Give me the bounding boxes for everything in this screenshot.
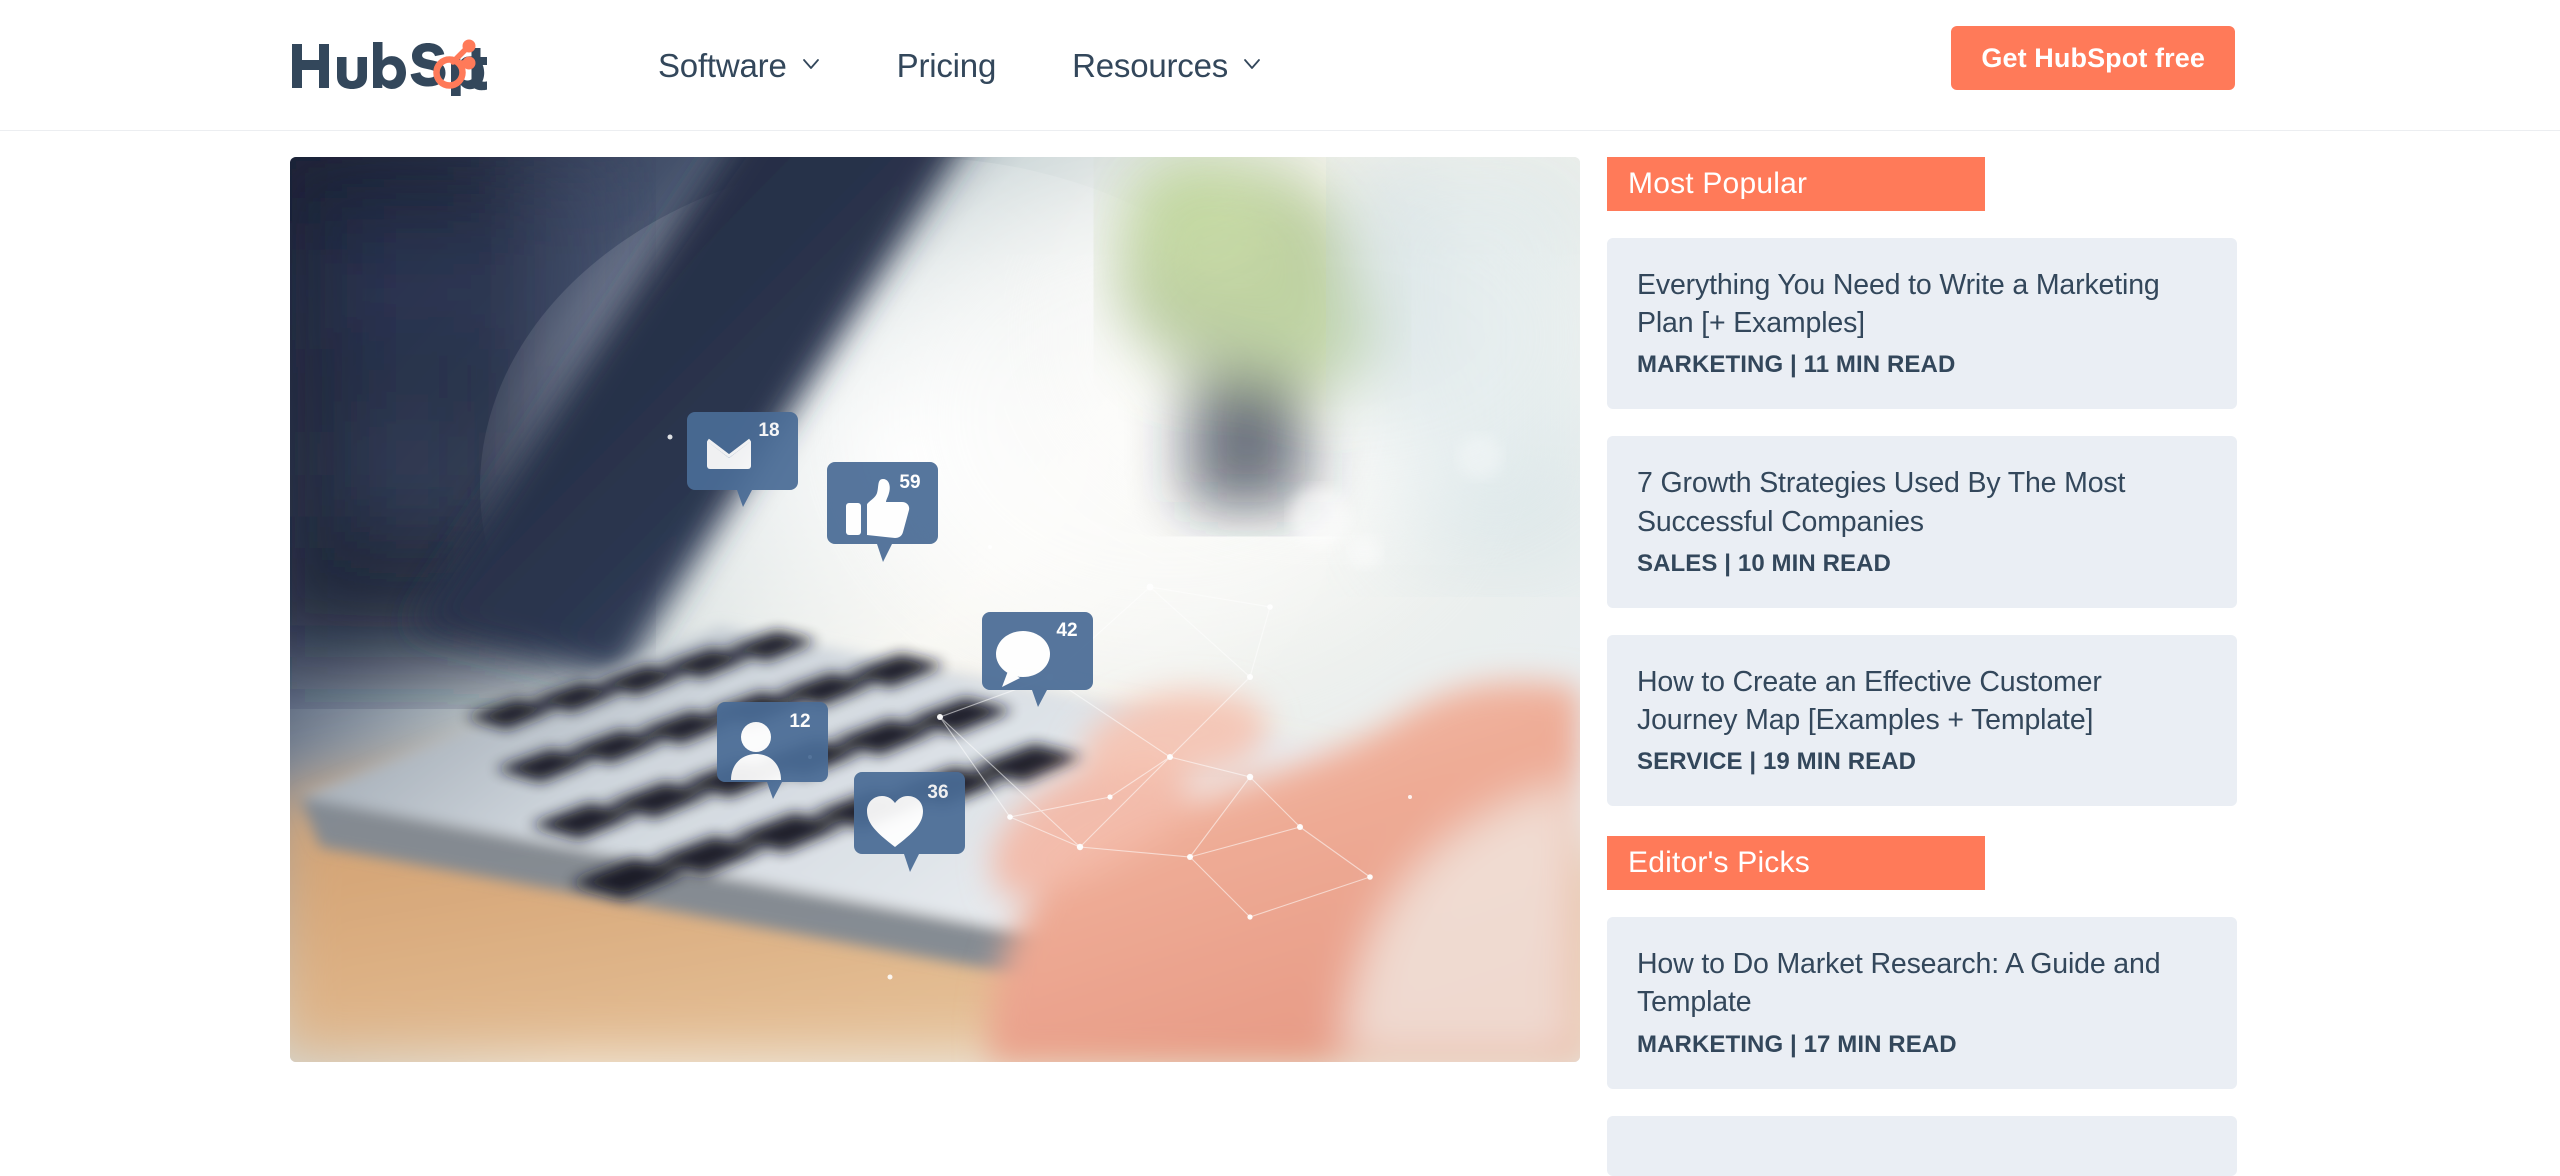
nav-item-label: Software <box>658 46 787 84</box>
get-hubspot-free-button[interactable]: Get HubSpot free <box>1951 26 2235 90</box>
article-card-partial[interactable] <box>1607 1115 2237 1176</box>
svg-text:42: 42 <box>1056 620 1077 641</box>
article-card[interactable]: How to Create an Effective Customer Jour… <box>1607 634 2237 807</box>
svg-text:18: 18 <box>758 420 779 441</box>
sidebar: Most Popular Everything You Need to Writ… <box>1607 157 2237 1176</box>
article-title: How to Create an Effective Customer Jour… <box>1637 665 2102 736</box>
svg-text:59: 59 <box>899 472 920 493</box>
article-card[interactable]: 7 Growth Strategies Used By The Most Suc… <box>1607 436 2237 608</box>
nav-item-software[interactable]: Software <box>620 47 859 85</box>
article-meta: SERVICE | 19 MIN READ <box>1637 748 1917 776</box>
article-meta: MARKETING | 11 MIN READ <box>1637 351 1956 379</box>
svg-text:12: 12 <box>789 711 810 732</box>
article-card[interactable]: Everything You Need to Write a Marketing… <box>1607 238 2237 410</box>
site-header: Software Pricing Resources Get HubSpot f… <box>0 0 2560 131</box>
section-banner-most-popular: Most Popular <box>1607 157 1985 211</box>
article-meta: SALES | 10 MIN READ <box>1637 549 1891 577</box>
hubspot-logo-icon <box>292 39 487 96</box>
chevron-down-icon <box>1242 54 1262 74</box>
page-content: 18 59 42 12 36 Most Popular Everything Y… <box>0 132 2560 1176</box>
nav-item-label: Pricing <box>896 46 997 84</box>
section-banner-editors-picks: Editor's Picks <box>1607 836 1985 891</box>
main-navigation: Software Pricing Resources <box>620 0 1300 131</box>
svg-text:36: 36 <box>927 782 948 803</box>
nav-item-pricing[interactable]: Pricing <box>859 47 1034 85</box>
article-title: 7 Growth Strategies Used By The Most Suc… <box>1637 467 2126 538</box>
nav-item-resources[interactable]: Resources <box>1034 47 1300 85</box>
chevron-down-icon <box>801 54 821 74</box>
article-title: How to Do Market Research: A Guide and T… <box>1637 948 2161 1019</box>
hero-image: 18 59 42 12 36 <box>290 157 1580 1062</box>
hubspot-logo[interactable] <box>288 30 488 96</box>
article-card[interactable]: How to Do Market Research: A Guide and T… <box>1607 917 2237 1089</box>
nav-item-label: Resources <box>1072 46 1229 84</box>
article-title: Everything You Need to Write a Marketing… <box>1637 269 2160 340</box>
article-meta: MARKETING | 17 MIN READ <box>1637 1030 1957 1058</box>
